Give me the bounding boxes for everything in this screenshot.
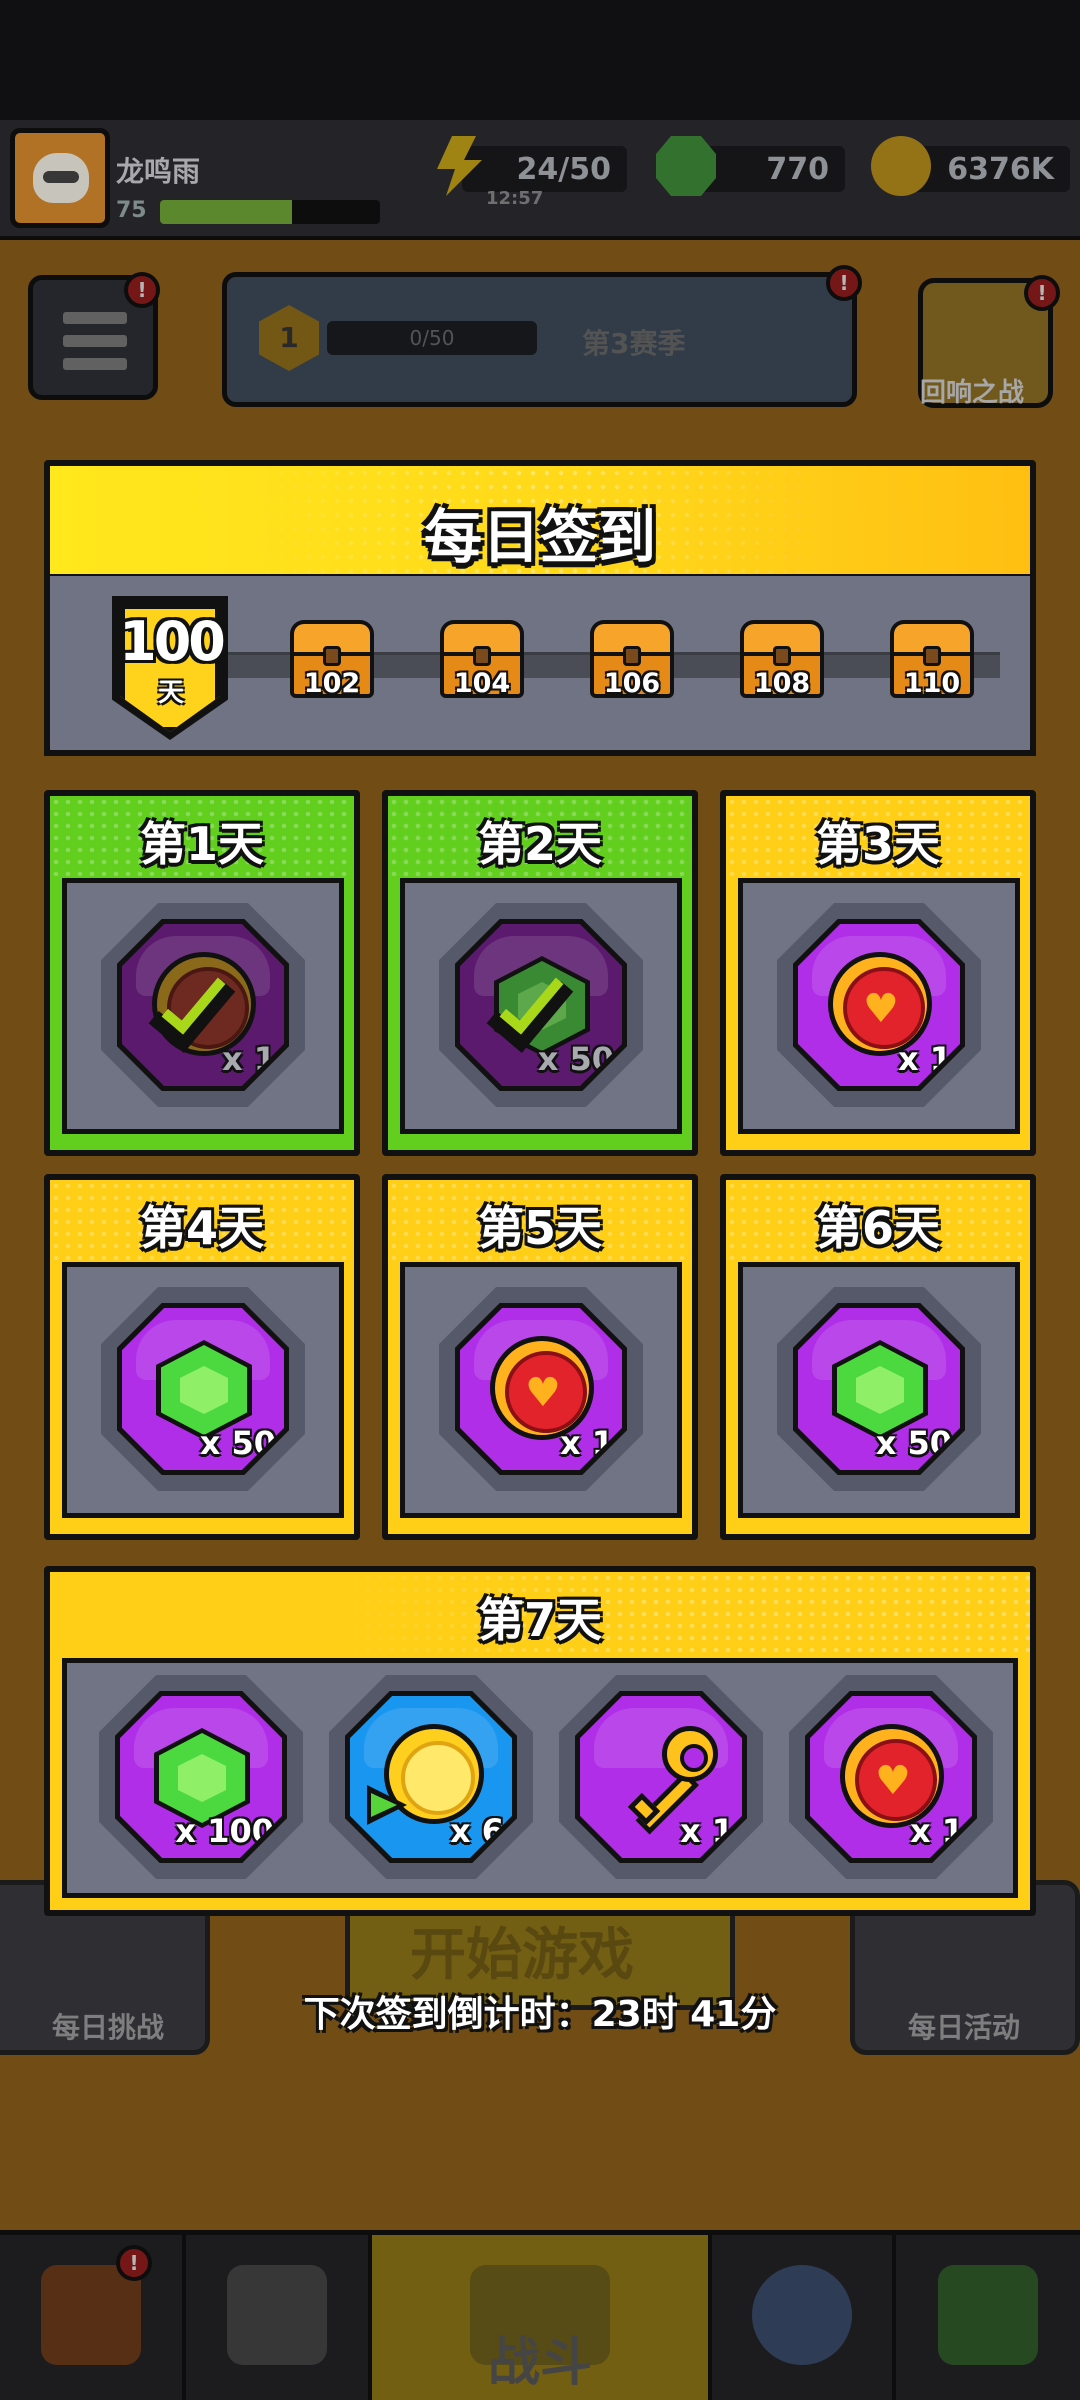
reward-qty: x 1: [221, 1040, 276, 1078]
arrow-icon: [367, 1785, 407, 1825]
reward-frame: x 1: [559, 1675, 763, 1879]
chest-icon[interactable]: 108: [740, 620, 824, 699]
reward-slot: ♥ x 1: [738, 878, 1020, 1134]
reward-qty: x 1: [897, 1040, 952, 1078]
reward-qty: x 100: [175, 1812, 274, 1850]
day-card-7[interactable]: 第7天 x 100 x 6 x 1 ♥ x 1: [44, 1566, 1036, 1916]
reward-slot: x 50: [738, 1262, 1020, 1518]
day-label: 第7天: [477, 1593, 602, 1647]
streak-track: 100 天 102 104 106 108 110: [44, 576, 1036, 756]
day-card-1[interactable]: 第1天 x 1: [44, 790, 360, 1156]
day-label: 第3天: [815, 817, 940, 871]
reward-frame-inner: ♥ x 1: [805, 1691, 977, 1863]
gold-coin-icon: [367, 1724, 484, 1825]
reward-frame-core: x 1: [122, 924, 284, 1086]
day-label: 第2天: [477, 817, 602, 871]
reward-frame: x 50: [777, 1287, 981, 1491]
reward-frame-inner: ♥ x 1: [793, 919, 965, 1091]
day-label: 第1天: [139, 817, 264, 871]
chest-icon[interactable]: 106: [590, 620, 674, 699]
reward-qty: x 50: [199, 1424, 276, 1462]
day-card-3[interactable]: 第3天 ♥ x 1: [720, 790, 1036, 1156]
day-card-2[interactable]: 第2天 x 50: [382, 790, 698, 1156]
reward-qty: x 1: [679, 1812, 734, 1850]
day-card-5[interactable]: 第5天 ♥ x 1: [382, 1174, 698, 1540]
chest-lock: [923, 646, 941, 666]
check-icon: [160, 970, 252, 1040]
reward-frame-core: ♥ x 1: [798, 924, 960, 1086]
milestone-label: 108: [753, 668, 811, 699]
day-label: 第4天: [139, 1201, 264, 1255]
streak-count: 100: [119, 610, 226, 673]
dialog-header: 每日签到: [44, 460, 1036, 580]
day-card-6[interactable]: 第6天 x 50: [720, 1174, 1036, 1540]
reward-qty: x 50: [537, 1040, 614, 1078]
reward-slot: x 50: [400, 878, 682, 1134]
chest-lock: [473, 646, 491, 666]
day-label: 第6天: [815, 1201, 940, 1255]
heart-icon: ♥: [863, 986, 899, 1032]
reward-frame-core: x 100: [120, 1696, 282, 1858]
reward-frame: x 1: [101, 903, 305, 1107]
chest-icon[interactable]: 110: [890, 620, 974, 699]
dialog-title: 每日签到: [423, 503, 656, 571]
milestone-label: 110: [903, 668, 961, 699]
reward-frame-core: x 50: [122, 1308, 284, 1470]
key-ring: [662, 1726, 718, 1782]
milestone-label: 104: [453, 668, 511, 699]
check-icon: [498, 970, 590, 1040]
reward-frame-core: ♥ x 1: [810, 1696, 972, 1858]
reward-frame: x 100: [99, 1675, 303, 1879]
day-card-4[interactable]: 第4天 x 50: [44, 1174, 360, 1540]
reward-frame: ♥ x 1: [777, 903, 981, 1107]
reward-frame-core: ♥ x 1: [460, 1308, 622, 1470]
next-checkin-countdown: 下次签到倒计时：23时 41分: [303, 1994, 777, 2035]
reward-slot: x 50: [62, 1262, 344, 1518]
milestone-label: 106: [603, 668, 661, 699]
reward-frame: x 50: [101, 1287, 305, 1491]
reward-frame-inner: x 50: [793, 1303, 965, 1475]
chest-icon[interactable]: 102: [290, 620, 374, 699]
reward-frame-core: x 50: [460, 924, 622, 1086]
reward-qty: x 1: [559, 1424, 614, 1462]
reward-frame: x 6: [329, 1675, 533, 1879]
reward-frame-core: x 50: [798, 1308, 960, 1470]
reward-frame-inner: ♥ x 1: [455, 1303, 627, 1475]
chest-lock: [623, 646, 641, 666]
reward-frame: x 50: [439, 903, 643, 1107]
chest-lock: [773, 646, 791, 666]
reward-frame-inner: x 50: [455, 919, 627, 1091]
reward-slot: ♥ x 1: [400, 1262, 682, 1518]
reward-slot: x 1: [62, 878, 344, 1134]
reward-frame-inner: x 100: [115, 1691, 287, 1863]
reward-frame: ♥ x 1: [439, 1287, 643, 1491]
reward-frame: ♥ x 1: [789, 1675, 993, 1879]
heart-icon: ♥: [525, 1370, 561, 1416]
milestone-label: 102: [303, 668, 361, 699]
reward-slot: x 100 x 6 x 1 ♥ x 1: [62, 1658, 1018, 1898]
heart-icon: ♥: [875, 1758, 911, 1804]
chest-icon[interactable]: 104: [440, 620, 524, 699]
reward-frame-inner: x 6: [345, 1691, 517, 1863]
reward-qty: x 50: [875, 1424, 952, 1462]
reward-qty: x 6: [449, 1812, 504, 1850]
reward-qty: x 1: [909, 1812, 964, 1850]
reward-frame-inner: x 1: [575, 1691, 747, 1863]
reward-frame-inner: x 50: [117, 1303, 289, 1475]
reward-frame-core: x 1: [580, 1696, 742, 1858]
reward-frame-core: x 6: [350, 1696, 512, 1858]
streak-unit: 天: [157, 678, 184, 708]
day-label: 第5天: [477, 1201, 602, 1255]
reward-frame-inner: x 1: [117, 919, 289, 1091]
chest-lock: [323, 646, 341, 666]
